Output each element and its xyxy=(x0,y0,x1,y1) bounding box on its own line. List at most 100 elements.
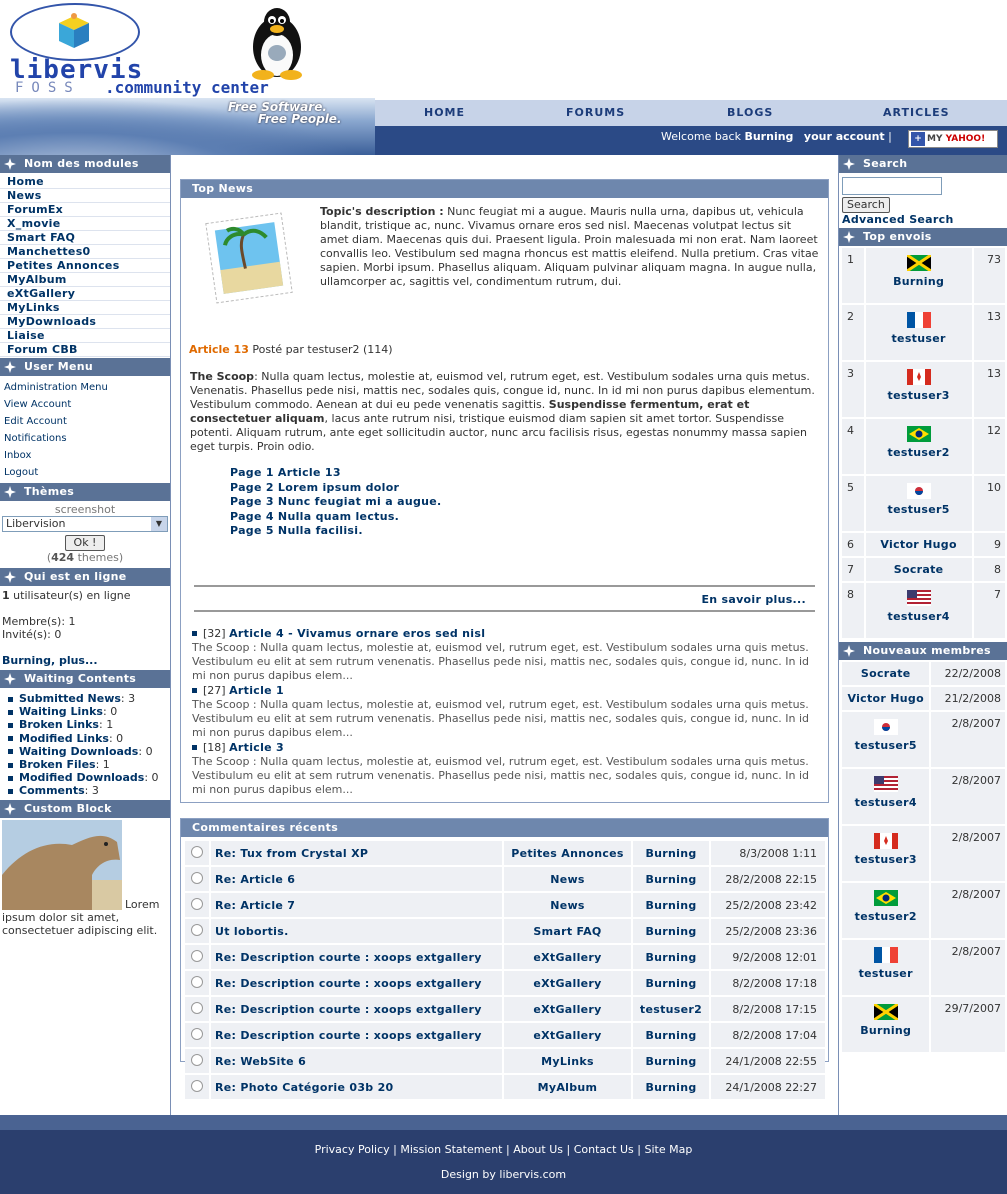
usermenu-inbox[interactable]: Inbox xyxy=(0,447,170,464)
news-title-link[interactable]: Article 4 - Vivamus ornare eros sed nisl xyxy=(229,627,485,640)
top-envois-user-link[interactable]: Burning xyxy=(866,274,972,288)
usermenu-view-account[interactable]: View Account xyxy=(0,396,170,413)
comment-module-link[interactable]: eXtGallery xyxy=(504,945,633,969)
comment-title-link[interactable]: Re: Photo Catégorie 03b 20 xyxy=(211,1075,504,1099)
new-member-user-link[interactable]: testuser5 xyxy=(842,738,929,752)
comment-user-link[interactable]: Burning xyxy=(633,1075,711,1099)
module-item-mylinks[interactable]: MyLinks xyxy=(0,301,170,315)
comment-module-link[interactable]: eXtGallery xyxy=(504,997,633,1021)
comment-user-link[interactable]: testuser2 xyxy=(633,997,711,1021)
news-title-link[interactable]: Article 1 xyxy=(229,684,284,697)
top-envois-user-link[interactable]: testuser xyxy=(866,331,972,345)
comment-module-link[interactable]: eXtGallery xyxy=(504,1023,633,1047)
top-envois-user-link[interactable]: testuser5 xyxy=(866,502,972,516)
comment-module-link[interactable]: MyLinks xyxy=(504,1049,633,1073)
module-item-manchettes[interactable]: Manchettes0 xyxy=(0,245,170,259)
comment-user-link[interactable]: Burning xyxy=(633,945,711,969)
top-envois-user-link[interactable]: testuser2 xyxy=(866,445,972,459)
new-member-user-link[interactable]: testuser2 xyxy=(842,909,929,923)
comment-title-link[interactable]: Ut lobortis. xyxy=(211,919,504,943)
module-item-smartfaq[interactable]: Smart FAQ xyxy=(0,231,170,245)
module-item-extgallery[interactable]: eXtGallery xyxy=(0,287,170,301)
your-account-link[interactable]: your account xyxy=(804,130,885,143)
new-member-user-link[interactable]: testuser3 xyxy=(842,852,929,866)
page-link-3[interactable]: Page 3 Nunc feugiat mi a augue. xyxy=(230,495,828,510)
module-item-forum-cbb[interactable]: Forum CBB xyxy=(0,343,170,357)
page-link-5[interactable]: Page 5 Nulla facilisi. xyxy=(230,524,828,539)
waiting-item[interactable]: Comments: 3 xyxy=(8,784,168,797)
nav-home[interactable]: HOME xyxy=(424,106,465,119)
top-envois-user-link[interactable]: Victor Hugo xyxy=(866,533,972,551)
read-more-link[interactable]: En savoir plus... xyxy=(181,587,828,610)
module-item-myalbum[interactable]: MyAlbum xyxy=(0,273,170,287)
usermenu-edit-account[interactable]: Edit Account xyxy=(0,413,170,430)
footer-sitemap[interactable]: Site Map xyxy=(644,1143,692,1156)
waiting-item[interactable]: Modified Downloads: 0 xyxy=(8,771,168,784)
comment-module-link[interactable]: News xyxy=(504,867,633,891)
usermenu-notifications[interactable]: Notifications xyxy=(0,430,170,447)
comment-user-link[interactable]: Burning xyxy=(633,893,711,917)
new-member-user-link[interactable]: Socrate xyxy=(842,662,929,680)
comment-module-link[interactable]: Petites Annonces xyxy=(504,841,633,865)
comment-title-link[interactable]: Re: WebSite 6 xyxy=(211,1049,504,1073)
new-member-user-link[interactable]: testuser xyxy=(842,966,929,980)
comment-module-link[interactable]: Smart FAQ xyxy=(504,919,633,943)
nav-articles[interactable]: ARTICLES xyxy=(883,106,950,119)
page-link-4[interactable]: Page 4 Nulla quam lectus. xyxy=(230,510,828,525)
article-title-link[interactable]: Article 13 xyxy=(189,343,249,356)
comment-title-link[interactable]: Re: Tux from Crystal XP xyxy=(211,841,504,865)
comment-module-link[interactable]: MyAlbum xyxy=(504,1075,633,1099)
waiting-item[interactable]: Waiting Downloads: 0 xyxy=(8,745,168,758)
footer-about[interactable]: About Us xyxy=(513,1143,563,1156)
top-envois-user-link[interactable]: testuser3 xyxy=(866,388,972,402)
comment-user-link[interactable]: Burning xyxy=(633,971,711,995)
waiting-item[interactable]: Submitted News: 3 xyxy=(8,692,168,705)
comment-user-link[interactable]: Burning xyxy=(633,867,711,891)
module-item-liaise[interactable]: Liaise xyxy=(0,329,170,343)
advanced-search-link[interactable]: Advanced Search xyxy=(842,213,1004,226)
comment-title-link[interactable]: Re: Description courte : xoops extgaller… xyxy=(211,945,504,969)
online-more-link[interactable]: Burning, plus... xyxy=(2,654,168,667)
comment-user-link[interactable]: Burning xyxy=(633,919,711,943)
comment-title-link[interactable]: Re: Article 7 xyxy=(211,893,504,917)
top-envois-user-link[interactable]: testuser4 xyxy=(866,609,972,623)
comment-user-link[interactable]: Burning xyxy=(633,841,711,865)
waiting-item[interactable]: Broken Files: 1 xyxy=(8,758,168,771)
theme-ok-button[interactable]: Ok ! xyxy=(64,535,106,551)
news-title-link[interactable]: Article 3 xyxy=(229,741,284,754)
waiting-item[interactable]: Waiting Links: 0 xyxy=(8,705,168,718)
module-item-xmovie[interactable]: X_movie xyxy=(0,217,170,231)
module-item-forumex[interactable]: ForumEx xyxy=(0,203,170,217)
waiting-item[interactable]: Modified Links: 0 xyxy=(8,732,168,745)
page-link-2[interactable]: Page 2 Lorem ipsum dolor xyxy=(230,481,828,496)
theme-select[interactable]: Libervision ▼ xyxy=(2,516,168,532)
new-member-user-link[interactable]: Burning xyxy=(842,1023,929,1037)
usermenu-logout[interactable]: Logout xyxy=(0,464,170,481)
comment-title-link[interactable]: Re: Article 6 xyxy=(211,867,504,891)
nav-forums[interactable]: FORUMS xyxy=(566,106,625,119)
search-input[interactable] xyxy=(842,177,942,195)
footer-mission[interactable]: Mission Statement xyxy=(400,1143,502,1156)
comment-module-link[interactable]: eXtGallery xyxy=(504,971,633,995)
footer-contact[interactable]: Contact Us xyxy=(574,1143,634,1156)
module-item-petites-annonces[interactable]: Petites Annonces xyxy=(0,259,170,273)
comment-user-link[interactable]: Burning xyxy=(633,1023,711,1047)
module-item-news[interactable]: News xyxy=(0,189,170,203)
search-button[interactable]: Search xyxy=(842,197,890,213)
nav-blogs[interactable]: BLOGS xyxy=(727,106,773,119)
comment-module-link[interactable]: News xyxy=(504,893,633,917)
top-envois-user-link[interactable]: Socrate xyxy=(866,558,972,576)
waiting-item[interactable]: Broken Links: 1 xyxy=(8,718,168,731)
comment-user-link[interactable]: Burning xyxy=(633,1049,711,1073)
new-member-user-link[interactable]: testuser4 xyxy=(842,795,929,809)
new-member-user-link[interactable]: Victor Hugo xyxy=(842,687,929,705)
page-link-1[interactable]: Page 1 Article 13 xyxy=(230,466,828,481)
comment-title-link[interactable]: Re: Description courte : xoops extgaller… xyxy=(211,971,504,995)
module-item-mydownloads[interactable]: MyDownloads xyxy=(0,315,170,329)
footer-privacy[interactable]: Privacy Policy xyxy=(315,1143,390,1156)
my-yahoo-button[interactable]: + MY YAHOO! xyxy=(908,130,998,148)
usermenu-admin[interactable]: Administration Menu xyxy=(0,379,170,396)
comment-title-link[interactable]: Re: Description courte : xoops extgaller… xyxy=(211,1023,504,1047)
module-item-home[interactable]: Home xyxy=(0,175,170,189)
comment-title-link[interactable]: Re: Description courte : xoops extgaller… xyxy=(211,997,504,1021)
